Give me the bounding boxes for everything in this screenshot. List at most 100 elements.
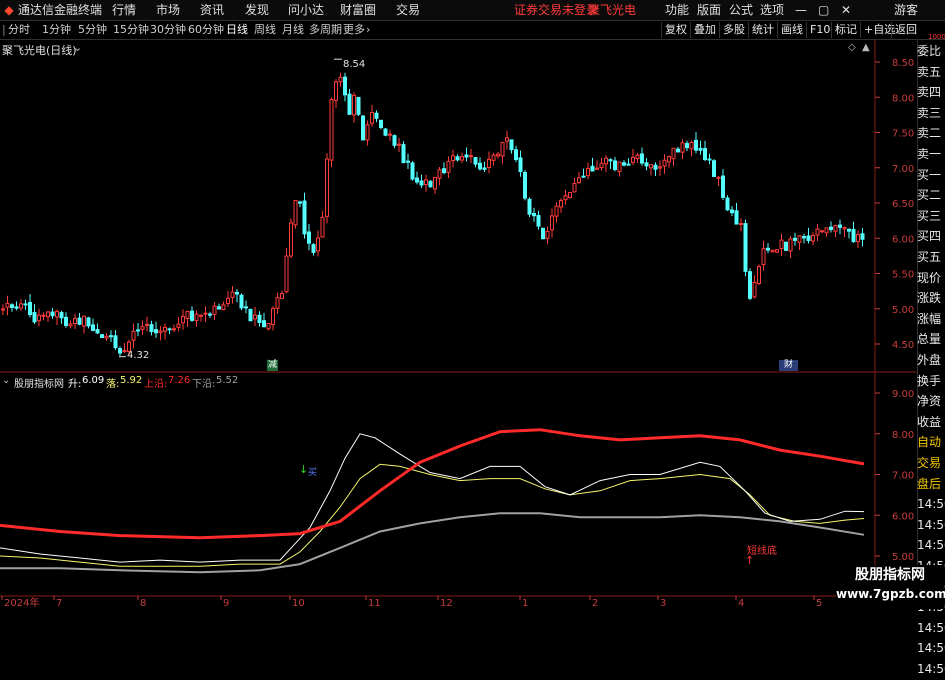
candle-body (545, 230, 550, 239)
x-tick-label: 11 (368, 598, 381, 609)
side-item-after-hours[interactable]: 盘后 (917, 474, 945, 495)
kline-chart-area[interactable]: 8.50 8.00 7.50 7.00 6.50 6.00 5.50 5.00 4.50 9.0… (0, 40, 917, 609)
candle-body (460, 156, 464, 161)
side-item-change-pct[interactable]: 涨幅 (917, 309, 945, 330)
diamond-icon[interactable]: ◇ (848, 42, 856, 53)
candle-body (388, 133, 392, 136)
candle-body (100, 334, 104, 338)
side-item-sell5[interactable]: 卖五 (917, 62, 945, 83)
side-item-last-price[interactable]: 现价 (917, 268, 945, 289)
side-item-entrust-ratio[interactable]: 委比 (917, 41, 945, 62)
indicator-settings-icon[interactable]: ⌄ (2, 375, 10, 386)
menu-item-layout[interactable]: 版面 (697, 0, 721, 20)
side-item-sell3[interactable]: 卖三 (917, 103, 945, 124)
side-item-net-assets[interactable]: 净资 (917, 391, 945, 412)
scroll-up-icon[interactable]: ▲ (862, 42, 870, 53)
side-item-turnover[interactable]: 换手 (917, 371, 945, 392)
period-tab-30min[interactable]: 30分钟 (150, 21, 186, 39)
indicator-name[interactable]: 股朋指标网 (14, 375, 64, 390)
chevron-right-icon[interactable]: › (366, 21, 370, 39)
side-item-time-24[interactable]: 14:50 (917, 535, 945, 556)
candle-body (284, 255, 289, 293)
reduce-marker[interactable]: 减 (267, 360, 278, 371)
side-item-time-22[interactable]: 14:50 (917, 494, 945, 515)
menu-item-wealth[interactable]: 财富圈 (340, 0, 376, 20)
period-tab-multi[interactable]: 多周期 (309, 21, 342, 39)
menu-item-market[interactable]: 市场 (156, 0, 180, 20)
side-item-buy3[interactable]: 买三 (917, 206, 945, 227)
period-tab-intraday[interactable]: 分时 (8, 21, 30, 39)
candle-body (352, 94, 356, 116)
candle-body (716, 176, 721, 179)
period-tab-1min[interactable]: 1分钟 (42, 21, 71, 39)
candle-body (613, 160, 617, 171)
toolbar-stats-button[interactable]: 统计 (748, 22, 777, 38)
candle-body (653, 164, 658, 170)
side-item-change[interactable]: 涨跌 (917, 288, 945, 309)
toolbar-multi-stock-button[interactable]: 多股 (719, 22, 748, 38)
period-tab-weekly[interactable]: 周线 (254, 21, 276, 39)
menu-item-quotes[interactable]: 行情 (112, 0, 136, 20)
period-tab-5min[interactable]: 5分钟 (78, 21, 107, 39)
toolbar-mark-button[interactable]: 标记 (831, 22, 860, 38)
side-item-outer-volume[interactable]: 外盘 (917, 350, 945, 371)
close-icon[interactable]: ✕ (841, 0, 851, 20)
side-item-buy1[interactable]: 买一 (917, 165, 945, 186)
side-item-earnings[interactable]: 收益 (917, 412, 945, 433)
period-tab-monthly[interactable]: 月线 (282, 21, 304, 39)
menu-item-discover[interactable]: 发现 (245, 0, 269, 20)
x-tick-label: 5 (816, 598, 822, 609)
side-item-time-23[interactable]: 14:50 (917, 515, 945, 536)
period-tab-daily[interactable]: 日线 (226, 21, 248, 39)
side-item-volume[interactable]: 总量 (917, 329, 945, 350)
chart-settings-icon[interactable]: ⌄ (73, 41, 82, 54)
finance-marker[interactable]: 财 (779, 360, 798, 371)
menu-item-formula[interactable]: 公式 (729, 0, 753, 20)
fall-line (0, 463, 865, 567)
minimize-icon[interactable]: — (795, 0, 807, 20)
menu-item-ask[interactable]: 问小达 (288, 0, 324, 20)
menu-item-trade[interactable]: 交易 (396, 0, 420, 20)
toolbar-back-button[interactable]: 返回 (891, 22, 920, 38)
guest-login[interactable]: 游客 (894, 0, 918, 20)
candle-body (298, 201, 302, 204)
period-tab-15min[interactable]: 15分钟 (113, 21, 149, 39)
trade-login-warning[interactable]: 证券交易未登录 (514, 0, 598, 20)
menu-item-functions[interactable]: 功能 (665, 0, 689, 20)
candle-body (775, 249, 779, 253)
candle-body (473, 157, 478, 165)
candle-body (185, 310, 190, 319)
side-item-trade[interactable]: 交易 (917, 453, 945, 474)
side-item-sell1[interactable]: 卖一 (917, 144, 945, 165)
side-item-auto[interactable]: 自动 (917, 432, 945, 453)
candle-body (307, 231, 311, 244)
menu-item-news[interactable]: 资讯 (200, 0, 224, 20)
side-item-buy2[interactable]: 买二 (917, 185, 945, 206)
toolbar-draw-button[interactable]: 画线 (777, 22, 806, 38)
y-tick-label: 7.00 (892, 471, 914, 482)
candle-body (424, 179, 428, 186)
toolbar-adjust-button[interactable]: 复权 (661, 22, 690, 38)
candle-body (208, 313, 212, 316)
side-item-time-29[interactable]: 14:50 (917, 638, 945, 659)
toolbar-f10-button[interactable]: F10 (806, 22, 833, 38)
toolbar-overlay-button[interactable]: 叠加 (690, 22, 719, 38)
candle-body (410, 162, 415, 180)
candle-body (428, 180, 433, 188)
candle-body (14, 306, 19, 309)
candle-body (347, 93, 352, 115)
side-item-buy5[interactable]: 买五 (917, 247, 945, 268)
main-chart-title[interactable]: 聚飞光电(日线) (2, 42, 77, 58)
candle-body (253, 314, 257, 320)
side-item-time-30[interactable]: 14:50 (917, 659, 945, 680)
candle-body (113, 335, 118, 349)
side-item-buy4[interactable]: 买四 (917, 226, 945, 247)
side-item-sell4[interactable]: 卖四 (917, 82, 945, 103)
maximize-icon[interactable]: ▢ (818, 0, 829, 20)
period-tab-more[interactable]: 更多 (343, 21, 365, 39)
candle-body (217, 306, 221, 310)
side-item-time-28[interactable]: 14:50 (917, 618, 945, 639)
period-tab-60min[interactable]: 60分钟 (188, 21, 224, 39)
menu-item-options[interactable]: 选项 (760, 0, 784, 20)
side-item-sell2[interactable]: 卖二 (917, 123, 945, 144)
